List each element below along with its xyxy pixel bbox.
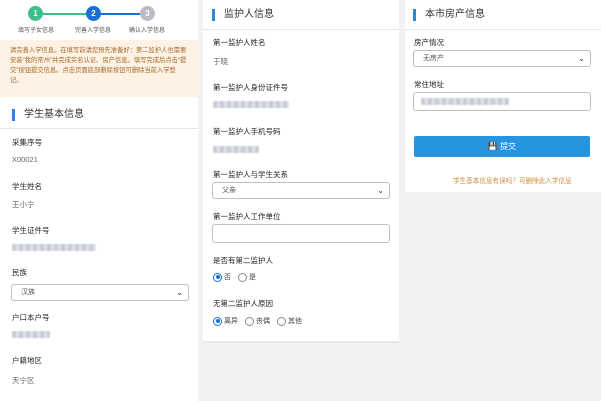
hukou-area-value: 天宁区 xyxy=(12,376,35,385)
reason-option-divorce[interactable]: 离异 xyxy=(213,316,238,326)
student-name-label: 学生姓名 xyxy=(12,182,42,191)
radio-unchecked-icon xyxy=(245,316,254,326)
address-label: 常住地址 xyxy=(414,80,444,89)
reason-option-divorce-label: 离异 xyxy=(224,318,238,325)
has-g2-option-yes-label: 是 xyxy=(249,274,256,281)
step-3-label: 确认入学信息 xyxy=(128,28,166,34)
student-section-title: 学生基本信息 xyxy=(12,109,84,121)
step-2-label: 完善入学信息 xyxy=(74,28,112,34)
guardian-section-title: 监护人信息 xyxy=(212,9,274,21)
has-g2-option-no[interactable]: 否 xyxy=(213,272,231,282)
hukou-no-redacted xyxy=(12,331,50,338)
chevron-down-icon: ⌄ xyxy=(377,186,384,195)
save-icon: 💾 xyxy=(487,142,498,151)
g1-name-label: 第一监护人姓名 xyxy=(213,38,266,47)
no-g2-reason-radio-group: 离异 丧偶 其他 xyxy=(213,316,309,326)
step-3-circle: 3 xyxy=(140,6,155,21)
g1-phone-redacted xyxy=(213,146,259,153)
divider xyxy=(405,29,601,30)
reason-option-other-label: 其他 xyxy=(288,318,302,325)
step-1-label: 填写子女信息 xyxy=(17,28,55,34)
property-status-label: 房产情况 xyxy=(414,38,444,47)
g1-id-label: 第一监护人身份证件号 xyxy=(213,83,288,92)
step-1-circle: 1 xyxy=(28,6,43,21)
hukou-no-label: 户口本户号 xyxy=(12,313,50,322)
property-status-select[interactable]: 无房产 ⌄ xyxy=(413,50,591,67)
step-2-circle: 2 xyxy=(86,6,101,21)
g1-relation-selected: 父亲 xyxy=(222,187,236,194)
no-g2-reason-label: 无第二监护人原因 xyxy=(213,299,273,308)
address-redacted xyxy=(421,98,509,105)
collect-no-value: X00021 xyxy=(12,155,38,164)
ethnicity-selected: 汉族 xyxy=(21,289,35,296)
student-id-redacted xyxy=(12,244,96,251)
g1-relation-label: 第一监护人与学生关系 xyxy=(213,170,288,179)
reason-option-widowed[interactable]: 丧偶 xyxy=(245,316,270,326)
ethnicity-select[interactable]: 汉族 ⌄ xyxy=(11,284,189,301)
student-id-label: 学生证件号 xyxy=(12,226,50,235)
divider xyxy=(0,128,198,129)
chevron-down-icon: ⌄ xyxy=(578,54,585,63)
instruction-notice: 请完善入学信息。在填写前请您预先准备好：第二监护人也需要安装“我的常州”并完成实… xyxy=(0,40,198,97)
g1-id-redacted xyxy=(213,101,289,108)
reason-option-widowed-label: 丧偶 xyxy=(256,318,270,325)
g1-work-input[interactable] xyxy=(212,224,390,243)
property-status-selected: 无房产 xyxy=(423,55,444,62)
divider xyxy=(203,29,399,30)
collect-no-label: 采集序号 xyxy=(12,138,42,147)
delete-entry-link[interactable]: 学生基本信息有误吗？可删除此入学信息 xyxy=(453,175,572,185)
radio-unchecked-icon xyxy=(277,316,286,326)
property-section-title: 本市房产信息 xyxy=(413,9,485,21)
submit-label: 提交 xyxy=(500,142,517,151)
student-name-value: 王小宁 xyxy=(12,200,35,209)
progress-stepper: 1 2 3 填写子女信息 完善入学信息 确认入学信息 xyxy=(0,0,198,38)
submit-button[interactable]: 💾 提交 xyxy=(414,136,590,157)
reason-option-other[interactable]: 其他 xyxy=(277,316,302,326)
radio-checked-icon xyxy=(213,272,222,282)
ethnicity-label: 民族 xyxy=(12,268,27,277)
g1-work-label: 第一监护人工作单位 xyxy=(213,212,281,221)
g1-name-value: 于晓 xyxy=(213,57,228,66)
hukou-area-label: 户籍地区 xyxy=(12,356,42,365)
has-g2-label: 是否有第二监护人 xyxy=(213,256,273,265)
step-line-active xyxy=(100,13,140,15)
g1-relation-select[interactable]: 父亲 ⌄ xyxy=(212,182,390,199)
radio-checked-icon xyxy=(213,316,222,326)
radio-unchecked-icon xyxy=(238,272,247,282)
has-g2-option-no-label: 否 xyxy=(224,274,231,281)
has-g2-radio-group: 否 是 xyxy=(213,272,263,282)
g1-phone-label: 第一监护人手机号码 xyxy=(213,127,281,136)
has-g2-option-yes[interactable]: 是 xyxy=(238,272,256,282)
chevron-down-icon: ⌄ xyxy=(176,288,183,297)
